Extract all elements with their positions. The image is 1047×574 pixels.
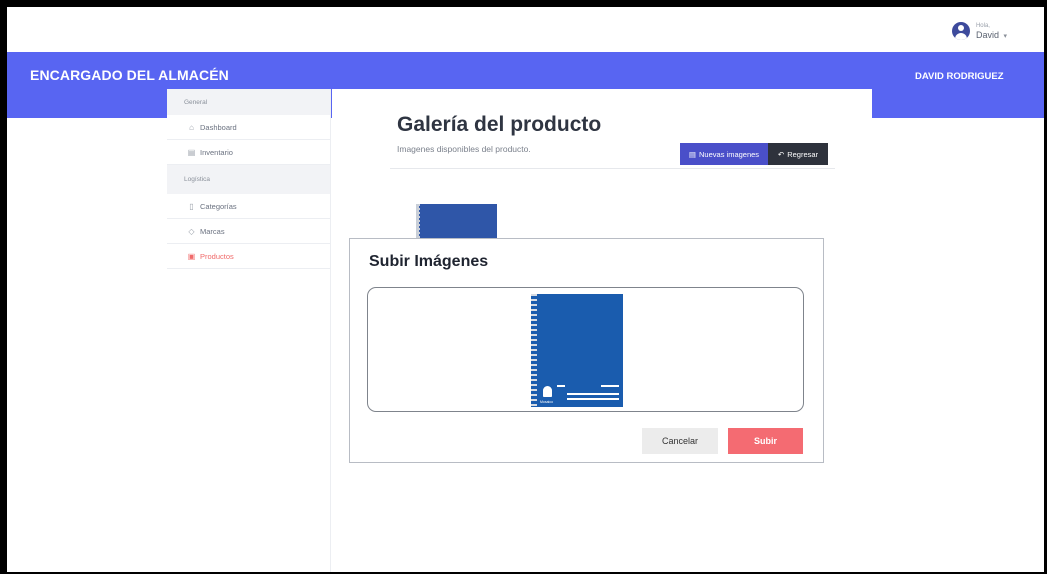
label-line bbox=[567, 398, 619, 400]
avatar[interactable] bbox=[951, 22, 970, 40]
label-line bbox=[567, 393, 619, 395]
image-icon: ▤ bbox=[688, 149, 697, 159]
header-bar: ENCARGADO DEL ALMACÉN DAVID RODRIGUEZ bbox=[7, 52, 1044, 89]
app-title: ENCARGADO DEL ALMACÉN bbox=[30, 67, 229, 83]
image-dropzone[interactable]: Mosaico bbox=[367, 287, 804, 412]
sidebar-item-label: Dashboard bbox=[200, 122, 237, 132]
sidebar-item-dashboard[interactable]: ⌂ Dashboard bbox=[167, 115, 330, 140]
sidebar-item-label: Inventario bbox=[200, 147, 233, 157]
cancel-button[interactable]: Cancelar bbox=[642, 428, 718, 454]
brand-logo-icon bbox=[543, 386, 552, 397]
greeting-text: Hola, bbox=[975, 22, 990, 29]
modal-title: Subir Imágenes bbox=[369, 253, 489, 270]
sidebar-item-productos[interactable]: ▣ Productos bbox=[167, 244, 330, 269]
sidebar-item-label: Categorías bbox=[200, 201, 237, 211]
upload-modal: Subir Imágenes Mosaico Cancelar Subir bbox=[349, 238, 824, 463]
sidebar-section-general: General bbox=[167, 89, 330, 115]
box-icon: ▣ bbox=[187, 251, 196, 261]
sidebar-item-categorias[interactable]: ▯ Categorías bbox=[167, 194, 330, 219]
home-icon: ⌂ bbox=[189, 122, 194, 132]
username[interactable]: David bbox=[976, 30, 999, 40]
user-menu[interactable]: Hola, David ▾ bbox=[951, 22, 1007, 40]
page-title: Galería del producto bbox=[397, 113, 602, 136]
divider bbox=[390, 168, 835, 169]
app-window: Hola, David ▾ ENCARGADO DEL ALMACÉN DAVI… bbox=[0, 0, 1047, 574]
back-label: Regresar bbox=[787, 149, 819, 159]
chevron-down-icon[interactable]: ▾ bbox=[1003, 33, 1007, 40]
notebook-preview-image: Mosaico bbox=[531, 294, 623, 407]
tag-icon: ◇ bbox=[188, 226, 195, 236]
sidebar-item-inventario[interactable]: ▤ Inventario bbox=[167, 140, 330, 165]
preview-brand-text: Mosaico bbox=[540, 400, 554, 404]
user-text[interactable]: Hola, David ▾ bbox=[976, 23, 1007, 40]
username-row[interactable]: David ▾ bbox=[976, 30, 1007, 40]
sidebar-item-label: Marcas bbox=[200, 226, 225, 236]
top-bar: Hola, David ▾ bbox=[7, 7, 1044, 52]
header-user-name: DAVID RODRIGUEZ bbox=[915, 71, 1004, 82]
label-line bbox=[601, 385, 619, 387]
new-images-button[interactable]: ▤ Nuevas imagenes bbox=[680, 143, 768, 165]
back-button[interactable]: ↶ Regresar bbox=[768, 143, 828, 165]
undo-icon: ↶ bbox=[777, 149, 785, 159]
page-subtitle: Imagenes disponibles del producto. bbox=[397, 144, 531, 154]
new-images-label: Nuevas imagenes bbox=[699, 149, 760, 159]
bookmark-icon: ▯ bbox=[189, 201, 194, 211]
label-line bbox=[557, 385, 565, 387]
sidebar-section-logistica: Logística bbox=[167, 165, 330, 194]
submit-button[interactable]: Subir bbox=[728, 428, 803, 454]
sidebar-item-label: Productos bbox=[200, 251, 234, 261]
sidebar: General ⌂ Dashboard ▤ Inventario Logísti… bbox=[167, 89, 331, 572]
sidebar-item-marcas[interactable]: ◇ Marcas bbox=[167, 219, 330, 244]
spiral-binding bbox=[531, 294, 537, 407]
building-icon: ▤ bbox=[187, 147, 196, 157]
